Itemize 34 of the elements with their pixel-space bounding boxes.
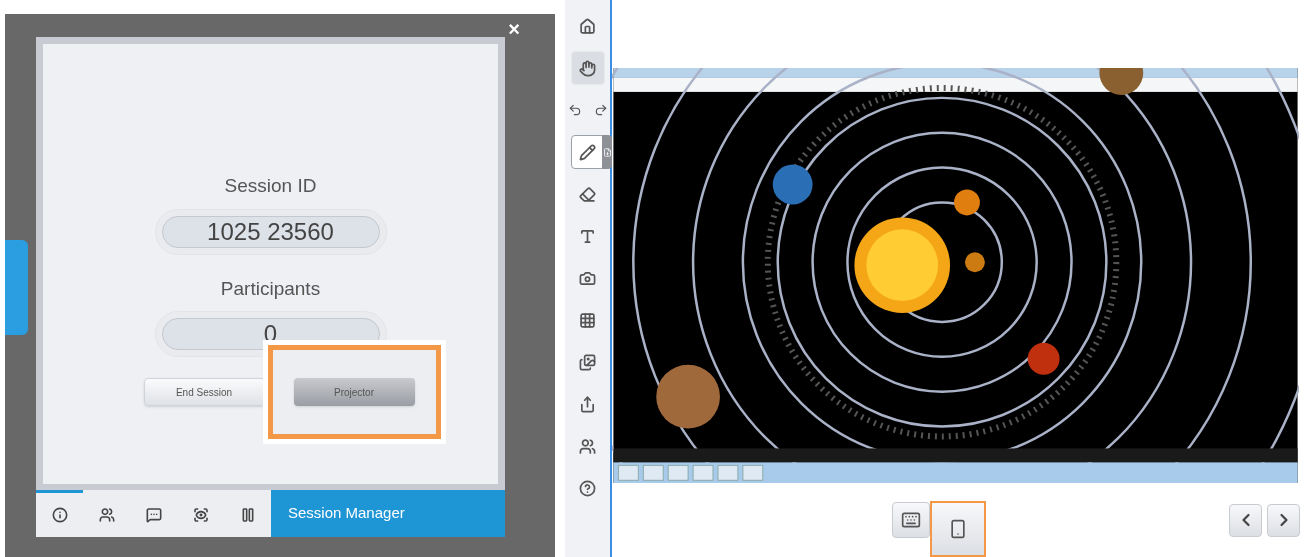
prev-page-button[interactable]	[1229, 503, 1262, 537]
home-icon	[579, 17, 596, 35]
redo-icon[interactable]	[593, 103, 608, 117]
chat-icon	[145, 507, 162, 523]
images-icon	[579, 353, 596, 371]
keyboard-icon	[901, 510, 921, 530]
page-icon	[602, 147, 612, 157]
info-icon	[51, 507, 68, 523]
share-icon	[579, 395, 596, 413]
projector-icon	[948, 519, 968, 539]
panel-title: Session Manager	[288, 503, 405, 524]
pen-icon	[579, 143, 596, 161]
keyboard-button[interactable]	[892, 502, 930, 538]
close-button[interactable]: ×	[508, 19, 520, 39]
grid-icon	[579, 311, 596, 329]
hand-tool[interactable]	[570, 51, 605, 85]
next-page-button[interactable]	[1267, 503, 1300, 537]
session-id-value: 1025 23560	[161, 215, 380, 248]
hand-icon	[579, 59, 596, 77]
side-handle[interactable]	[5, 240, 28, 335]
camera-icon	[579, 269, 596, 287]
view-icon	[192, 507, 209, 523]
dialog-button[interactable]: End Session	[143, 378, 265, 406]
text-icon	[579, 227, 596, 245]
users-icon	[98, 507, 115, 523]
field-label: Session ID	[224, 174, 317, 198]
pen-tool[interactable]	[570, 135, 605, 169]
users-icon	[579, 437, 596, 455]
projector-button[interactable]	[930, 501, 986, 557]
field-label: Participants	[220, 276, 321, 301]
eraser-icon	[579, 185, 596, 203]
dialog-button[interactable]: Projector	[293, 378, 415, 406]
undo-icon[interactable]	[567, 103, 582, 117]
help-icon	[579, 479, 596, 497]
